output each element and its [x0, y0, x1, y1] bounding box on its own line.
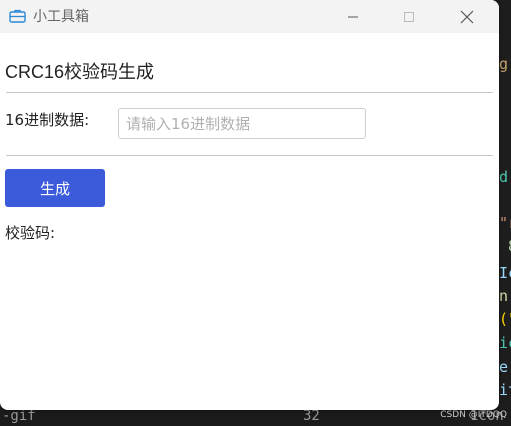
divider	[6, 155, 493, 156]
bg-code-line: it	[499, 381, 511, 399]
close-icon	[460, 10, 474, 23]
bg-status-bar: -gif 32 1con	[0, 408, 511, 426]
bg-code-line: "r	[499, 214, 511, 232]
bg-code-line: ic	[499, 334, 511, 352]
watermark: CSDN @ITDQQ	[440, 410, 507, 420]
hex-data-label: 16进制数据:	[5, 111, 90, 129]
bg-code-line: d	[499, 168, 509, 186]
hex-data-input[interactable]	[118, 108, 366, 139]
checksum-label: 校验码:	[5, 224, 56, 242]
bg-code-line: g	[499, 55, 509, 73]
bg-code-line: e	[499, 358, 509, 376]
minimize-icon	[348, 16, 358, 17]
bg-status-mid: 32	[303, 408, 320, 424]
title-bar[interactable]: 小工具箱	[0, 0, 499, 33]
bg-code-line: 8	[499, 237, 511, 255]
minimize-button[interactable]	[330, 0, 376, 33]
maximize-button[interactable]	[386, 0, 432, 33]
window-title: 小工具箱	[33, 9, 89, 25]
toolbox-icon	[9, 9, 26, 23]
bg-code-line: n	[499, 287, 509, 305]
bg-code-line: Ic	[499, 264, 511, 282]
bg-code-line: ("	[499, 310, 511, 328]
generate-button[interactable]: 生成	[5, 169, 105, 207]
app-window: 小工具箱 CRC16校验码生成 16进制数据: 生成 校验码:	[0, 0, 499, 410]
close-button[interactable]	[444, 0, 490, 33]
maximize-icon	[404, 11, 414, 22]
divider	[6, 92, 493, 93]
bg-status-left: -gif	[2, 408, 36, 424]
page-title: CRC16校验码生成	[5, 62, 155, 82]
